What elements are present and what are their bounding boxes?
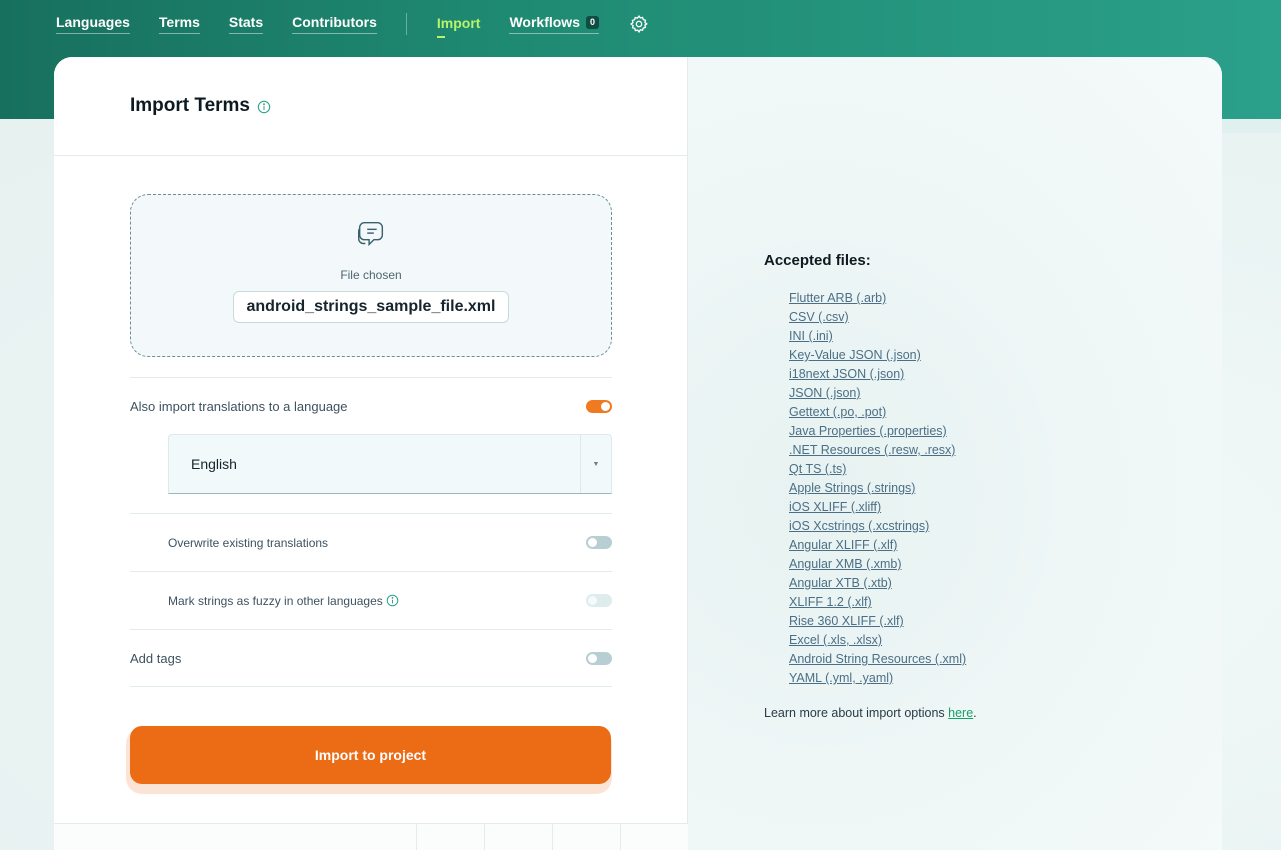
list-item: JSON (.json) (789, 383, 966, 402)
list-item: Excel (.xls, .xlsx) (789, 630, 966, 649)
main-nav: Languages Terms Stats Contributors Impor… (56, 12, 649, 38)
import-form-panel: Import Terms File chosen android_strings… (54, 57, 688, 850)
overwrite-label: Overwrite existing translations (168, 535, 329, 550)
panel-header: Import Terms (54, 57, 687, 156)
grid-cell (620, 824, 621, 850)
workflows-count-badge: 0 (585, 15, 599, 29)
list-item: Rise 360 XLIFF (.xlf) (789, 611, 966, 630)
language-select-value: English (191, 456, 237, 472)
file-type-link[interactable]: Flutter ARB (.arb) (789, 291, 886, 305)
file-chosen-label: File chosen (340, 268, 402, 282)
list-item: Android String Resources (.xml) (789, 649, 966, 668)
list-item: Key-Value JSON (.json) (789, 345, 966, 364)
chevron-down-icon[interactable]: ▼ (580, 435, 611, 493)
file-type-link[interactable]: Qt TS (.ts) (789, 462, 846, 476)
list-item: Apple Strings (.strings) (789, 478, 966, 497)
file-type-link[interactable]: Excel (.xls, .xlsx) (789, 633, 882, 647)
nav-import[interactable]: Import (436, 15, 480, 38)
grid-cell (484, 824, 485, 850)
nav-stats[interactable]: Stats (228, 14, 264, 34)
file-type-link[interactable]: Key-Value JSON (.json) (789, 348, 921, 362)
file-type-link[interactable]: Angular XLIFF (.xlf) (789, 538, 897, 552)
file-type-link[interactable]: Angular XTB (.xtb) (789, 576, 892, 590)
learn-more-prefix: Learn more about import options (764, 706, 949, 720)
accepted-files-title: Accepted files: (764, 252, 871, 269)
fuzzy-label-wrap: Mark strings as fuzzy in other languages (130, 594, 399, 608)
list-item: Qt TS (.ts) (789, 459, 966, 478)
import-to-project-button[interactable]: Import to project (130, 726, 611, 784)
gear-icon[interactable] (629, 14, 649, 34)
file-type-link[interactable]: XLIFF 1.2 (.xlf) (789, 595, 872, 609)
list-item: iOS Xcstrings (.xcstrings) (789, 516, 966, 535)
file-type-link[interactable]: Java Properties (.properties) (789, 424, 947, 438)
accepted-files-list: Flutter ARB (.arb) CSV (.csv) INI (.ini)… (789, 288, 966, 687)
nav-workflows-label: Workflows (509, 14, 580, 30)
tags-toggle[interactable] (586, 651, 612, 665)
list-item: iOS XLIFF (.xliff) (789, 497, 966, 516)
file-type-link[interactable]: .NET Resources (.resw, .resx) (789, 443, 955, 457)
file-type-link[interactable]: YAML (.yml, .yaml) (789, 671, 893, 685)
grid-cell (416, 824, 417, 850)
learn-more-text: Learn more about import options here. (764, 706, 977, 720)
tags-label: Add tags (130, 650, 182, 666)
list-item: XLIFF 1.2 (.xlf) (789, 592, 966, 611)
list-item: Flutter ARB (.arb) (789, 288, 966, 307)
list-item: i18next JSON (.json) (789, 364, 966, 383)
list-item: .NET Resources (.resw, .resx) (789, 440, 966, 459)
list-item: Angular XTB (.xtb) (789, 573, 966, 592)
chosen-file-name: android_strings_sample_file.xml (232, 291, 510, 323)
nav-divider (405, 13, 407, 35)
file-type-link[interactable]: CSV (.csv) (789, 310, 849, 324)
page-title: Import Terms (130, 95, 251, 116)
file-type-link[interactable]: INI (.ini) (789, 329, 833, 343)
also-import-toggle[interactable] (586, 399, 612, 413)
file-type-link[interactable]: Angular XMB (.xmb) (789, 557, 902, 571)
fuzzy-toggle[interactable] (586, 594, 612, 607)
file-type-link[interactable]: Android String Resources (.xml) (789, 652, 966, 666)
list-item: Java Properties (.properties) (789, 421, 966, 440)
file-type-link[interactable]: iOS Xcstrings (.xcstrings) (789, 519, 929, 533)
file-dropzone[interactable]: File chosen android_strings_sample_file.… (130, 194, 612, 357)
also-import-label: Also import translations to a language (130, 398, 348, 414)
nav-workflows[interactable]: Workflows 0 (509, 14, 599, 34)
file-type-link[interactable]: Gettext (.po, .pot) (789, 405, 886, 419)
file-type-link[interactable]: iOS XLIFF (.xliff) (789, 500, 881, 514)
list-item: Angular XMB (.xmb) (789, 554, 966, 573)
file-type-link[interactable]: Rise 360 XLIFF (.xlf) (789, 614, 904, 628)
file-type-link[interactable]: JSON (.json) (789, 386, 861, 400)
language-select[interactable]: English ▼ (168, 434, 612, 494)
import-card: Import Terms File chosen android_strings… (54, 57, 1222, 850)
file-type-link[interactable]: i18next JSON (.json) (789, 367, 904, 381)
learn-more-suffix: . (973, 706, 977, 720)
info-icon[interactable] (257, 100, 271, 114)
list-item: Angular XLIFF (.xlf) (789, 535, 966, 554)
also-import-row: Also import translations to a language (130, 377, 612, 434)
grid-cell (552, 824, 553, 850)
nav-terms[interactable]: Terms (158, 14, 200, 34)
file-type-link[interactable]: Apple Strings (.strings) (789, 481, 915, 495)
nav-contributors[interactable]: Contributors (292, 14, 377, 34)
bottom-grid (54, 823, 688, 850)
nav-languages[interactable]: Languages (56, 14, 130, 34)
learn-more-link[interactable]: here (948, 706, 973, 720)
fuzzy-row: Mark strings as fuzzy in other languages (130, 571, 612, 629)
list-item: INI (.ini) (789, 326, 966, 345)
overwrite-toggle[interactable] (586, 536, 612, 549)
list-item: CSV (.csv) (789, 307, 966, 326)
overwrite-row: Overwrite existing translations (130, 513, 612, 571)
list-item: YAML (.yml, .yaml) (789, 668, 966, 687)
info-icon[interactable] (386, 594, 399, 607)
list-item: Gettext (.po, .pot) (789, 402, 966, 421)
fuzzy-label: Mark strings as fuzzy in other languages (168, 593, 383, 608)
tags-row: Add tags (130, 629, 612, 687)
chat-bubbles-icon (358, 222, 384, 247)
accepted-files-panel: Accepted files: Flutter ARB (.arb) CSV (… (688, 57, 1222, 850)
